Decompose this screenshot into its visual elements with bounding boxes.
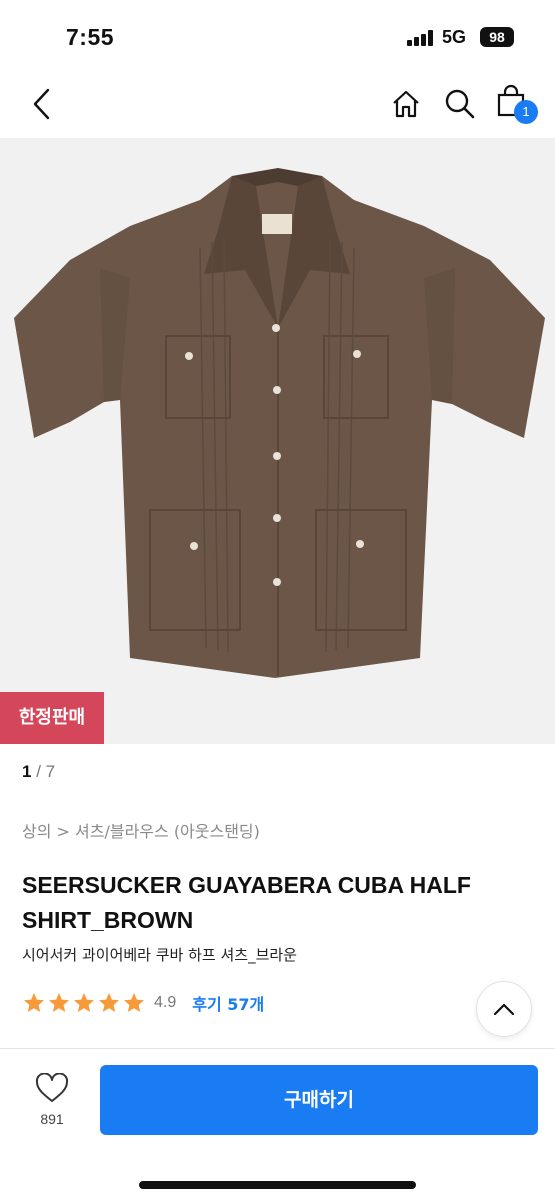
rating-value: 4.9 [154, 994, 177, 1011]
image-total: / 7 [36, 762, 56, 781]
network-type: 5G [442, 27, 467, 47]
limited-sale-badge: 한정판매 [0, 692, 104, 744]
rating-row: 4.9 후기 57개 [22, 988, 264, 1018]
signal-icon [407, 30, 435, 46]
star-icon [49, 993, 69, 1012]
battery-icon: 98 [480, 27, 514, 47]
product-subtitle: 시어서커 과이어베라 쿠바 하프 셔츠_브라운 [22, 946, 297, 964]
breadcrumb[interactable]: 상의 > 셔츠/블라우스 (아웃스탠딩) [22, 818, 260, 842]
like-button[interactable]: 891 [24, 1072, 80, 1133]
scroll-to-top-button[interactable] [476, 981, 532, 1037]
bottom-action-bar: 891 구매하기 [0, 1048, 555, 1200]
nav-bar: 1 [0, 72, 555, 138]
rating-stars [22, 991, 146, 1015]
star-icon [99, 993, 119, 1012]
product-image[interactable] [0, 138, 555, 744]
home-indicator [139, 1181, 416, 1189]
image-index: 1 [22, 762, 32, 781]
status-bar: 7:55 5G 98 [0, 0, 555, 72]
review-count-link[interactable]: 후기 57개 [192, 991, 264, 1015]
star-icon [124, 993, 144, 1012]
cart-count-badge: 1 [514, 100, 538, 124]
search-button[interactable] [440, 84, 480, 124]
like-count: 891 [40, 1111, 64, 1127]
image-pager: 1 / 7 [22, 762, 55, 782]
star-icon [24, 993, 44, 1012]
back-button[interactable] [22, 84, 62, 124]
chevron-up-icon [493, 1003, 515, 1016]
buy-button[interactable]: 구매하기 [100, 1065, 538, 1135]
cart-button[interactable]: 1 [494, 80, 540, 128]
search-icon [445, 89, 475, 119]
heart-icon [35, 1072, 69, 1102]
chevron-left-icon [33, 88, 50, 120]
star-icon [74, 993, 94, 1012]
shirt-illustration [14, 168, 545, 678]
product-title: SEERSUCKER GUAYABERA CUBA HALF SHIRT_BRO… [22, 872, 471, 933]
status-time: 7:55 [66, 24, 115, 50]
home-button[interactable] [386, 84, 426, 124]
home-icon [393, 90, 419, 118]
